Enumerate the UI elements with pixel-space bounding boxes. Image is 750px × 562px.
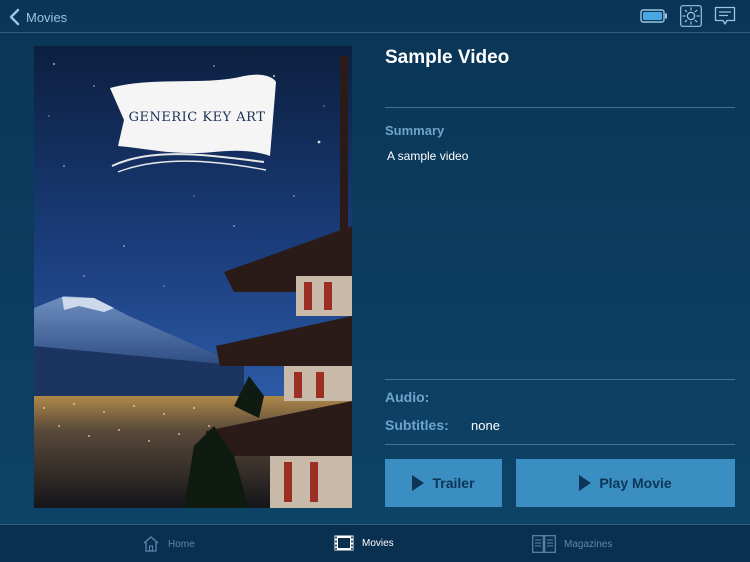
tab-magazines-label: Magazines — [564, 538, 613, 550]
trailer-button-label: Trailer — [432, 475, 475, 491]
audio-label: Audio: — [385, 389, 430, 405]
poster-banner-text: GENERIC KEY ART — [128, 110, 266, 125]
film-icon — [334, 535, 354, 551]
tab-home[interactable]: Home — [142, 535, 195, 553]
battery-icon — [640, 9, 667, 23]
play-movie-button[interactable]: Play Movie — [516, 459, 735, 507]
toolbar-right — [640, 5, 736, 27]
brightness-icon[interactable] — [680, 5, 702, 27]
back-button[interactable]: Movies — [8, 7, 67, 27]
divider — [385, 107, 735, 108]
play-movie-button-label: Play Movie — [599, 475, 672, 491]
movie-title: Sample Video — [385, 47, 510, 68]
play-icon — [579, 475, 592, 491]
subtitles-icon[interactable] — [714, 5, 736, 27]
summary-heading: Summary — [385, 123, 445, 138]
movie-poster: GENERIC KEY ART — [34, 46, 352, 508]
chevron-left-icon — [9, 8, 20, 26]
summary-text: A sample video — [387, 149, 469, 163]
tab-magazines[interactable]: Magazines — [532, 535, 612, 553]
tab-bar: Home Movies Magazines — [0, 524, 750, 562]
tab-home-label: Home — [168, 538, 195, 550]
home-icon — [143, 536, 159, 552]
back-button-label: Movies — [26, 9, 68, 25]
magazine-icon — [532, 535, 556, 553]
divider — [385, 444, 735, 445]
trailer-button[interactable]: Trailer — [385, 459, 502, 507]
tab-movies-label: Movies — [362, 537, 394, 549]
play-icon — [412, 475, 425, 491]
divider — [385, 379, 735, 380]
tab-movies[interactable]: Movies — [334, 535, 394, 551]
subtitles-value[interactable]: none — [471, 418, 500, 433]
subtitles-label: Subtitles: — [385, 417, 449, 433]
navigation-bar: Movies — [0, 0, 750, 33]
